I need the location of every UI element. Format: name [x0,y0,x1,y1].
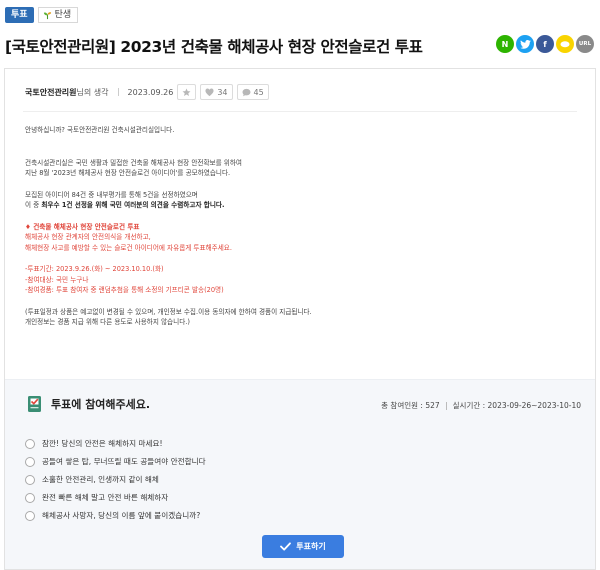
vote-option[interactable]: 소홀한 안전관리, 인생까지 같이 해체 [25,471,206,488]
post-date: 2023.09.26 [127,87,174,97]
url-copy-icon[interactable]: URL [576,35,594,53]
submit-label: 투표하기 [296,542,326,551]
post-container: 국토안전관리원님의 생각 2023.09.26 34 45 안녕하십니까? 국토… [4,68,596,570]
tag-group: 투표 탄생 [5,7,79,23]
option-label: 해체공사 사망자, 당신의 이름 앞에 붙이겠습니까? [42,511,201,520]
participant-count: 총 참여인원 : 527 [381,401,440,410]
radio-button[interactable] [25,456,35,467]
vote-run-period: 실시기간 : 2023-09-26~2023-10-10 [452,401,581,410]
star-icon [182,88,191,96]
like-count: 34 [217,87,228,97]
bookmark-button[interactable] [177,84,197,100]
radio-button[interactable] [25,510,35,521]
speech-bubble-icon [560,40,570,47]
selection-line-2: 이 중 최우수 1건 선정을 위해 국민 여러분의 의견을 수렴하고자 합니다. [25,200,580,211]
author: 국토안전관리원님의 생각 [25,87,109,98]
selection-prefix: 이 중 [25,201,42,209]
selection-emphasis: 최우수 1건 선정을 위해 국민 여러분의 의견을 수렴하고자 합니다. [41,201,225,209]
option-label: 소홀한 안전관리, 인생까지 같이 해체 [42,475,159,484]
submit-vote-button[interactable]: 투표하기 [262,535,344,558]
vote-info: 총 참여인원 : 527 실시기간 : 2023-09-26~2023-10-1… [381,400,581,411]
purpose-line-2: 해체현장 사고를 예방할 수 있는 슬로건 아이디어에 자유롭게 투표해주세요. [25,243,232,252]
category-label: 탄생 [54,10,72,20]
vote-period: -투표기간: 2023.9.26.(화) ~ 2023.10.10.(화) [25,265,164,273]
share-buttons: N f URL [496,35,594,53]
vote-prize: -참여경품: 투표 참여자 중 랜덤추첨을 통해 소정의 기프티콘 발송(20명… [25,286,224,294]
vote-title: 투표에 참여해주세요. [51,398,151,411]
intro-line-1: 건축시설관리실은 국민 생활과 밀접한 건축물 해체공사 현장 안전확보를 위하… [25,158,242,167]
meta-divider [117,88,119,96]
purpose-heading: ♦ 건축물 해체공사 현장 안전슬로건 투표 [25,222,140,231]
vote-options: 잠깐! 당신의 안전은 해체하지 마세요! 공들여 쌓은 탑, 무너뜨릴 때도 … [25,435,206,525]
notice-line-1: (투표일정과 상품은 예고없이 변경될 수 있으며, 개인정보 수집.이용 동의… [25,307,312,316]
checkmark-icon [280,542,292,551]
vote-option[interactable]: 해체공사 사망자, 당신의 이름 앞에 붙이겠습니까? [25,507,206,524]
radio-button[interactable] [25,438,35,449]
comment-icon [242,88,250,96]
vote-header: 투표에 참여해주세요. [27,395,150,413]
notice-line-2: 개인정보는 경품 지급 위해 다른 용도로 사용하지 않습니다.) [25,318,190,326]
radio-button[interactable] [25,474,35,485]
heart-icon [205,88,214,96]
facebook-share-icon[interactable]: f [536,35,554,53]
radio-button[interactable] [25,492,35,503]
vote-panel: 투표에 참여해주세요. 총 참여인원 : 527 실시기간 : 2023-09-… [5,379,595,569]
page-title: [국토안전관리원] 2023년 건축물 해체공사 현장 안전슬로건 투표 [5,38,423,56]
category-tag[interactable]: 탄생 [37,7,79,23]
ballot-check-icon [28,396,41,412]
comment-count: 45 [253,87,264,97]
greeting: 안녕하십니까? 국토안전관리원 건축시설관리실입니다. [25,126,175,134]
comment-button[interactable]: 45 [236,84,269,100]
twitter-share-icon[interactable] [516,35,534,53]
vote-option[interactable]: 완전 빠른 해체 말고 안전 바른 해체하자 [25,489,206,506]
author-name: 국토안전관리원 [25,87,77,97]
like-button[interactable]: 34 [200,84,233,100]
vote-option[interactable]: 잠깐! 당신의 안전은 해체하지 마세요! [25,435,206,452]
post-body: 안녕하십니까? 국토안전관리원 건축시설관리실입니다. 건축시설관리실은 국민 … [25,125,580,328]
twitter-bird-icon [519,39,531,49]
info-divider [445,401,447,410]
vote-target: -참여대상: 국민 누구나 [25,275,89,284]
selection-line-1: 모집된 아이디어 84건 중 내부평가를 통해 5건을 선정하였으며 [25,190,198,199]
author-suffix: 님의 생각 [76,87,109,97]
post-meta: 국토안전관리원님의 생각 2023.09.26 34 45 [25,83,269,101]
kakaostory-share-icon[interactable] [556,35,574,53]
intro-line-2: 지난 8월 '2023년 해체공사 현장 안전슬로건 아이디어'를 공모하였습니… [25,169,231,177]
vote-option[interactable]: 공들여 쌓은 탑, 무너뜨릴 때도 공들여야 안전합니다 [25,453,206,470]
vote-tag: 투표 [5,7,34,23]
meta-divider-line [23,111,577,112]
purpose-line-1: 해체공사 현장 관계자의 안전의식을 개선하고, [25,233,151,241]
option-label: 완전 빠른 해체 말고 안전 바른 해체하자 [42,493,169,502]
naver-share-icon[interactable]: N [496,35,514,53]
sprout-icon [43,11,51,19]
option-label: 잠깐! 당신의 안전은 해체하지 마세요! [42,439,163,448]
option-label: 공들여 쌓은 탑, 무너뜨릴 때도 공들여야 안전합니다 [42,457,206,466]
